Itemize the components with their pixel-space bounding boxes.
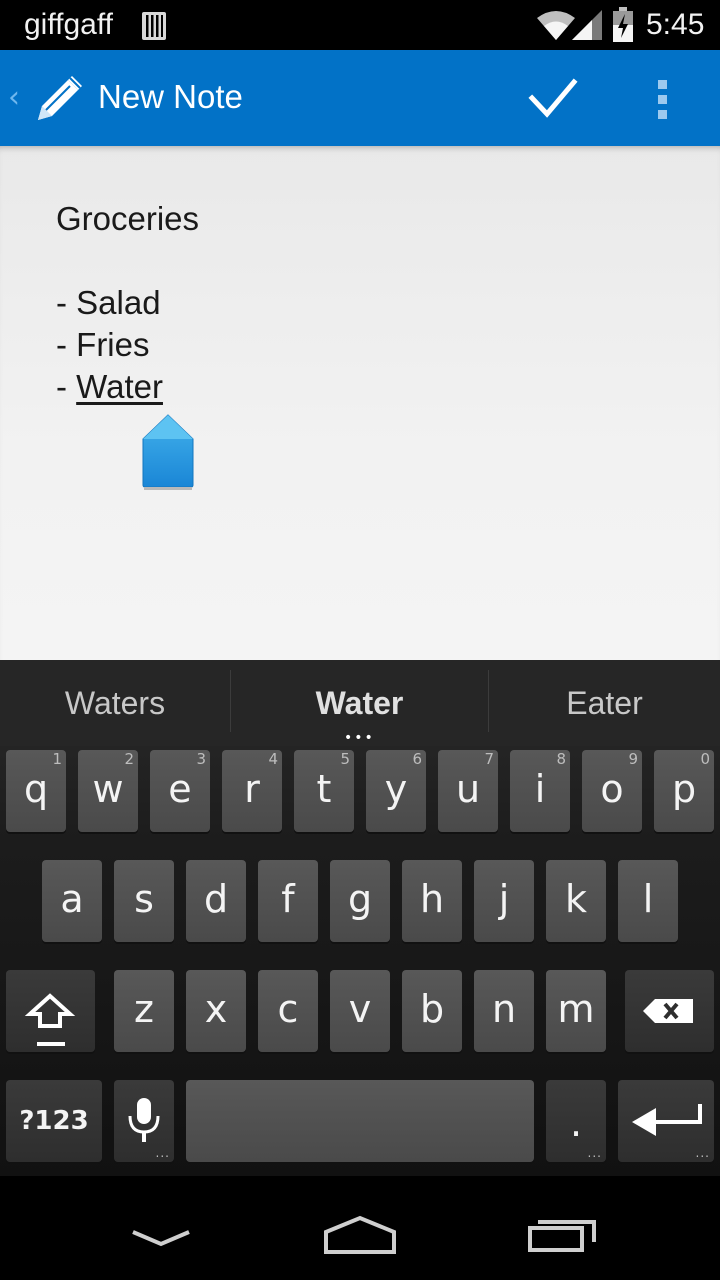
shift-icon (24, 993, 76, 1046)
key-label: k (564, 877, 587, 921)
suggestion-right[interactable]: Eater (489, 660, 720, 746)
spacebar-key[interactable] (186, 1080, 534, 1162)
overflow-menu-button[interactable] (630, 50, 696, 146)
shift-key[interactable] (6, 970, 95, 1052)
key-k[interactable]: k (546, 860, 606, 942)
signal-icon (572, 10, 602, 40)
key-label: q (23, 767, 49, 811)
key-label: b (419, 987, 445, 1031)
key-label: s (134, 877, 154, 921)
key-n[interactable]: n (474, 970, 534, 1052)
key-label: u (455, 767, 481, 811)
key-label: . (569, 1101, 583, 1145)
note-line: - Fries (56, 326, 150, 363)
key-label: e (168, 767, 192, 811)
more-suggestions-indicator[interactable]: ••• (344, 730, 375, 746)
key-q[interactable]: 1q (6, 750, 66, 832)
key-m[interactable]: m (546, 970, 606, 1052)
delete-key[interactable] (625, 970, 714, 1052)
key-o[interactable]: 9o (582, 750, 642, 832)
key-s[interactable]: s (114, 860, 174, 942)
key-label: c (277, 987, 299, 1031)
sim-icon (142, 12, 166, 40)
key-label: n (491, 987, 517, 1031)
key-h[interactable]: h (402, 860, 462, 942)
key-e[interactable]: 3e (150, 750, 210, 832)
key-a[interactable]: a (42, 860, 102, 942)
status-bar: giffgaff 5:45 (0, 0, 720, 50)
key-label: x (204, 987, 228, 1031)
key-label: y (384, 767, 408, 811)
list-dash: - (56, 368, 77, 405)
note-line: - Water (56, 366, 199, 408)
key-label: w (92, 767, 124, 811)
key-label: j (498, 877, 510, 921)
key-x[interactable]: x (186, 970, 246, 1052)
page-title: New Note (98, 78, 243, 115)
note-editor[interactable]: Groceries - Salad - Fries - Water (0, 146, 720, 660)
back-icon[interactable] (121, 1208, 201, 1268)
key-t[interactable]: 5t (294, 750, 354, 832)
key-label: h (419, 877, 445, 921)
up-chevron-icon[interactable]: ‹ (8, 80, 20, 115)
key-y[interactable]: 6y (366, 750, 426, 832)
key-u[interactable]: 7u (438, 750, 498, 832)
key-j[interactable]: j (474, 860, 534, 942)
clock: 5:45 (646, 8, 705, 41)
key-label: f (281, 877, 295, 921)
navigation-bar (0, 1176, 720, 1280)
key-l[interactable]: l (618, 860, 678, 942)
key-i[interactable]: 8i (510, 750, 570, 832)
key-g[interactable]: g (330, 860, 390, 942)
note-line: Groceries (56, 200, 200, 237)
suggestion-strip: Waters Water Eater ••• (0, 660, 720, 746)
overflow-menu-icon (658, 80, 667, 119)
text-cursor-handle[interactable] (140, 413, 196, 491)
period-key[interactable]: .... (546, 1080, 606, 1162)
key-label: l (642, 877, 654, 921)
key-label: a (60, 877, 84, 921)
soft-keyboard: Waters Water Eater ••• 1q 2w 3e 4r 5t 6y… (0, 660, 720, 1176)
composing-word: Water (76, 368, 163, 405)
key-label: p (671, 767, 697, 811)
key-z[interactable]: z (114, 970, 174, 1052)
note-line: - Salad (56, 284, 161, 321)
key-label: i (534, 767, 546, 811)
more-indicator: ... (587, 1146, 602, 1160)
key-v[interactable]: v (330, 970, 390, 1052)
key-f[interactable]: f (258, 860, 318, 942)
pencil-icon[interactable] (28, 70, 86, 128)
key-b[interactable]: b (402, 970, 462, 1052)
note-line (56, 240, 199, 282)
key-label: z (134, 987, 154, 1031)
voice-input-key[interactable]: ... (114, 1080, 174, 1162)
key-label: g (347, 877, 373, 921)
battery-charging-icon (613, 7, 633, 42)
enter-key[interactable]: ... (618, 1080, 714, 1162)
recents-icon[interactable] (522, 1208, 602, 1268)
backspace-icon (643, 999, 693, 1023)
key-c[interactable]: c (258, 970, 318, 1052)
symbols-key[interactable]: ?123 (6, 1080, 102, 1162)
key-label: d (203, 877, 229, 921)
checkmark-icon (528, 78, 578, 118)
note-body[interactable]: Groceries - Salad - Fries - Water (56, 198, 199, 408)
action-bar: ‹ New Note (0, 50, 720, 146)
key-label: o (600, 767, 624, 811)
key-label: ?123 (19, 1106, 89, 1136)
key-p[interactable]: 0p (654, 750, 714, 832)
key-label: v (348, 987, 372, 1031)
done-button[interactable] (510, 50, 594, 146)
suggestion-left[interactable]: Waters (0, 660, 230, 746)
key-label: m (557, 987, 595, 1031)
key-d[interactable]: d (186, 860, 246, 942)
key-r[interactable]: 4r (222, 750, 282, 832)
home-icon[interactable] (320, 1208, 400, 1268)
more-indicator: ... (695, 1146, 710, 1160)
key-label: r (244, 767, 260, 811)
carrier-name: giffgaff (24, 8, 113, 41)
more-indicator: ... (155, 1146, 170, 1160)
key-label: t (316, 767, 332, 811)
key-w[interactable]: 2w (78, 750, 138, 832)
